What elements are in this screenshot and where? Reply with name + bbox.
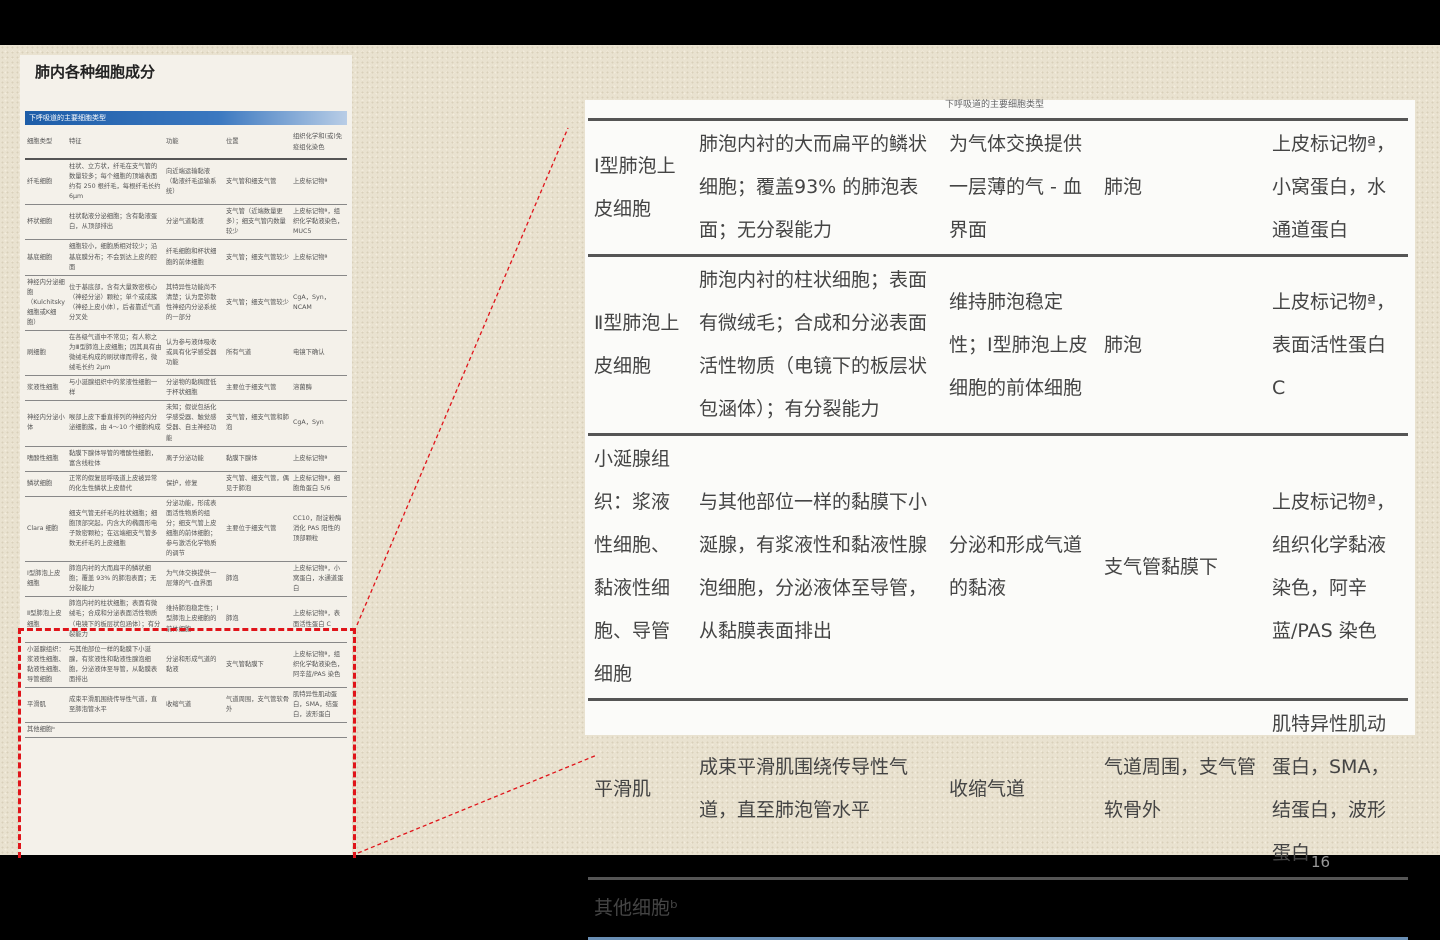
connector-line-top bbox=[356, 127, 569, 626]
zoom-connector-lines bbox=[356, 127, 598, 854]
connector-line-bottom bbox=[357, 754, 598, 854]
